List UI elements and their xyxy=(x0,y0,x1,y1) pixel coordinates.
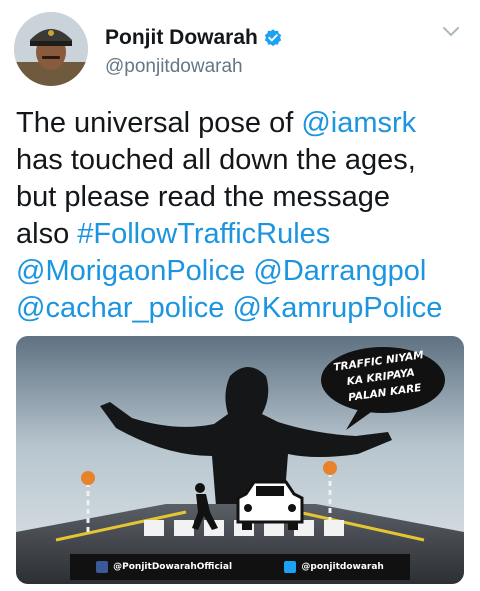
twitter-handle: @ponjitdowarah xyxy=(301,562,384,572)
facebook-icon xyxy=(96,561,109,573)
display-name[interactable]: Ponjit Dowarah xyxy=(105,26,258,50)
tweet-text-segment: The universal pose of xyxy=(16,107,302,139)
mention-link[interactable]: @iamsrk xyxy=(301,107,416,139)
mention-link[interactable]: @MorigaonPolice xyxy=(16,255,245,287)
facebook-handle: @PonjitDowarahOfficial xyxy=(113,562,233,572)
name-row: Ponjit Dowarah xyxy=(105,26,283,50)
verified-badge-icon xyxy=(264,29,282,47)
user-handle[interactable]: @ponjitdowarah xyxy=(105,56,243,78)
image-footer-bar: @PonjitDowarahOfficial @ponjitdowarah xyxy=(70,554,410,580)
mention-link[interactable]: @KamrupPolice xyxy=(232,292,442,324)
chevron-down-icon[interactable] xyxy=(442,26,460,38)
tweet-text-line: also #FollowTrafficRules xyxy=(16,216,466,253)
tweet-text-segment: also xyxy=(16,218,78,250)
tweet-header: Ponjit Dowarah @ponjitdowarah xyxy=(14,12,466,90)
tweet-media[interactable]: TRAFFIC NIYAM KA KRIPAYA PALAN KARE @Pon… xyxy=(16,336,464,584)
mention-link[interactable]: @cachar_police xyxy=(16,292,224,324)
avatar[interactable] xyxy=(14,12,88,86)
tweet-text: The universal pose of @iamsrk has touched… xyxy=(16,105,466,327)
tweet-text-line: The universal pose of @iamsrk xyxy=(16,105,466,142)
hashtag-link[interactable]: #FollowTrafficRules xyxy=(77,218,330,250)
twitter-icon xyxy=(284,561,297,573)
tweet-text-segment: has touched all down the ages, xyxy=(16,144,416,176)
twitter-credit: @ponjitdowarah xyxy=(284,561,384,573)
mention-link[interactable]: @Darrangpol xyxy=(253,255,426,287)
tweet-text-line: @MorigaonPolice @Darrangpol xyxy=(16,253,466,290)
tweet-text-line: has touched all down the ages, xyxy=(16,142,466,179)
tweet-text-segment: but please read the message xyxy=(16,181,391,213)
tweet-text-line: @cachar_police @KamrupPolice xyxy=(16,290,466,327)
facebook-credit: @PonjitDowarahOfficial xyxy=(96,561,232,573)
tweet-text-line: but please read the message xyxy=(16,179,466,216)
